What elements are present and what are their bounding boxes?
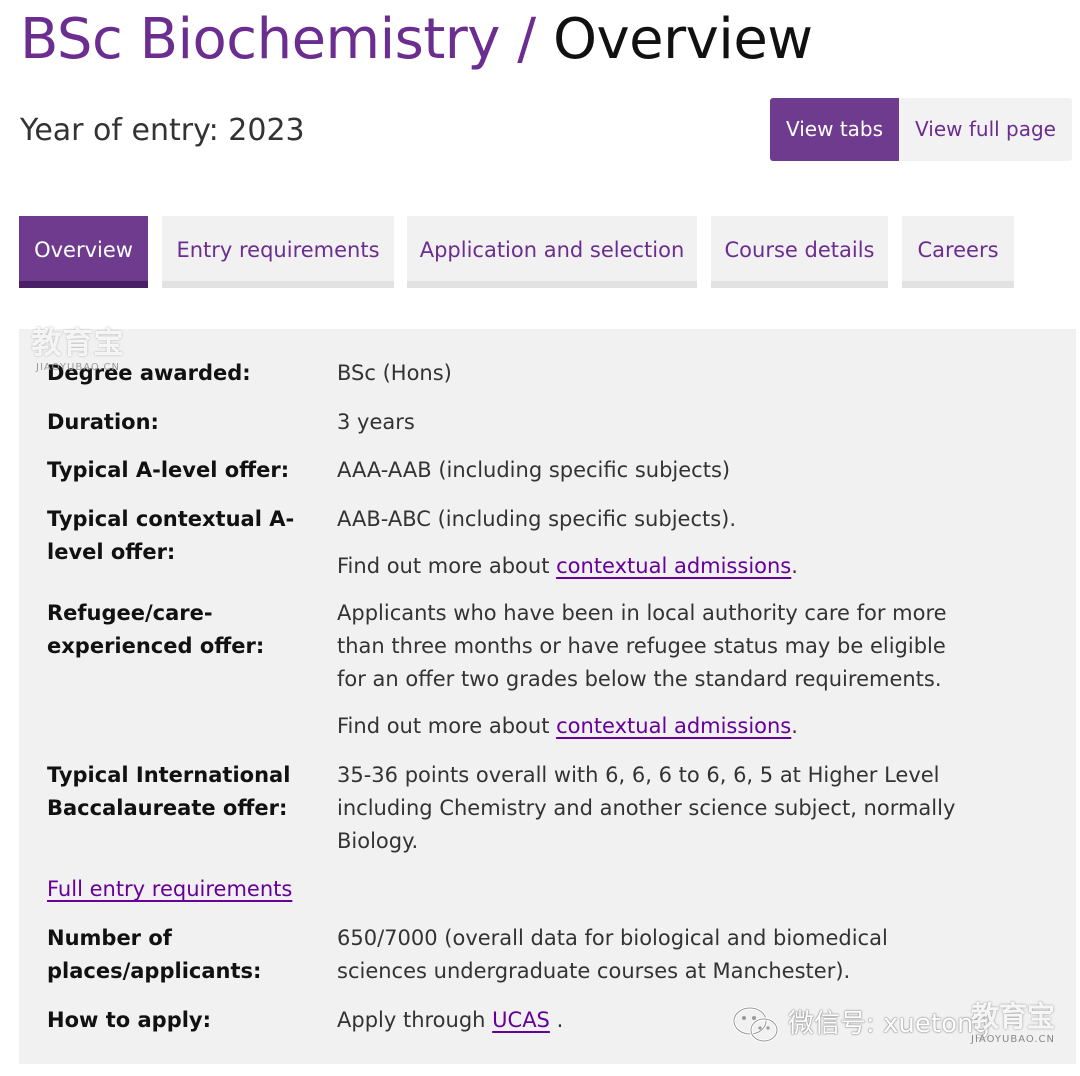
- refugee-contextual-admissions-link[interactable]: contextual admissions: [556, 714, 791, 738]
- refugee-offer-label: Refugee/care-experienced offer:: [47, 601, 265, 658]
- duration-label: Duration:: [47, 410, 159, 434]
- page-title: BSc Biochemistry / Overview: [20, 0, 813, 80]
- ib-offer-value: 35-36 points overall with 6, 6, 6 to 6, …: [337, 763, 956, 853]
- overview-panel: Degree awarded: BSc (Hons) Duration: 3 y…: [19, 329, 1076, 1064]
- refugee-more-suffix: .: [791, 714, 798, 738]
- ib-offer-label: Typical International Baccalaureate offe…: [47, 763, 291, 820]
- tab-overview[interactable]: Overview: [19, 216, 148, 288]
- full-entry-requirements-link[interactable]: Full entry requirements: [47, 873, 292, 906]
- apply-suffix: .: [549, 1008, 564, 1032]
- watermark-logo-left-zh: 教育宝: [31, 326, 125, 361]
- refugee-more-text: Find out more about contextual admission…: [337, 710, 977, 743]
- program-name: BSc Biochemistry: [20, 7, 500, 72]
- view-tabs-button[interactable]: View tabs: [770, 98, 900, 161]
- section-name: Overview: [552, 7, 813, 72]
- places-applicants-value: 650/7000 (overall data for biological an…: [337, 926, 888, 983]
- contextual-offer-text: AAB-ABC (including specific subjects).: [337, 507, 737, 531]
- watermark-logo-left: 教育宝 JIAOYUBAO.CN: [18, 326, 138, 382]
- contextual-offer-label: Typical contextual A-level offer:: [47, 507, 295, 564]
- watermark-brand-zh: 教育宝: [970, 1000, 1055, 1033]
- watermark-brand: 教育宝 JIAOYUBAO.CN: [954, 1000, 1072, 1046]
- view-toggle: View tabs View full page: [770, 98, 1072, 161]
- a-level-offer-value: AAA-AAB (including specific subjects): [337, 458, 731, 482]
- title-separator: /: [517, 7, 536, 72]
- watermark-logo-left-en: JIAOYUBAO.CN: [36, 362, 120, 373]
- refugee-offer-text: Applicants who have been in local author…: [337, 601, 947, 691]
- tab-course-details[interactable]: Course details: [711, 216, 888, 288]
- tab-application-and-selection[interactable]: Application and selection: [407, 216, 697, 288]
- tab-careers[interactable]: Careers: [902, 216, 1014, 288]
- contextual-admissions-link[interactable]: contextual admissions: [556, 554, 791, 578]
- watermark-brand-en: JIAOYUBAO.CN: [971, 1034, 1055, 1045]
- refugee-offer-value: Applicants who have been in local author…: [337, 597, 977, 743]
- year-of-entry: Year of entry: 2023: [20, 113, 305, 148]
- refugee-more-prefix: Find out more about: [337, 714, 557, 738]
- a-level-offer-label: Typical A-level offer:: [47, 458, 290, 482]
- contextual-offer-value: AAB-ABC (including specific subjects). F…: [337, 503, 977, 583]
- duration-value: 3 years: [337, 410, 415, 434]
- contextual-more-text: Find out more about contextual admission…: [337, 550, 977, 583]
- view-full-page-button[interactable]: View full page: [899, 98, 1072, 161]
- places-applicants-label: Number of places/applicants:: [47, 926, 262, 983]
- watermark-wechat: 微信号: xuetong 教育宝 JIAOYUBAO.CN: [732, 1000, 1072, 1050]
- tab-entry-requirements[interactable]: Entry requirements: [162, 216, 394, 288]
- apply-prefix: Apply through: [337, 1008, 493, 1032]
- wechat-icon: [732, 1006, 779, 1043]
- contextual-more-prefix: Find out more about: [337, 554, 557, 578]
- degree-awarded-value: BSc (Hons): [337, 361, 452, 385]
- contextual-more-suffix: .: [791, 554, 798, 578]
- how-to-apply-label: How to apply:: [47, 1008, 212, 1032]
- ucas-link[interactable]: UCAS: [492, 1008, 550, 1032]
